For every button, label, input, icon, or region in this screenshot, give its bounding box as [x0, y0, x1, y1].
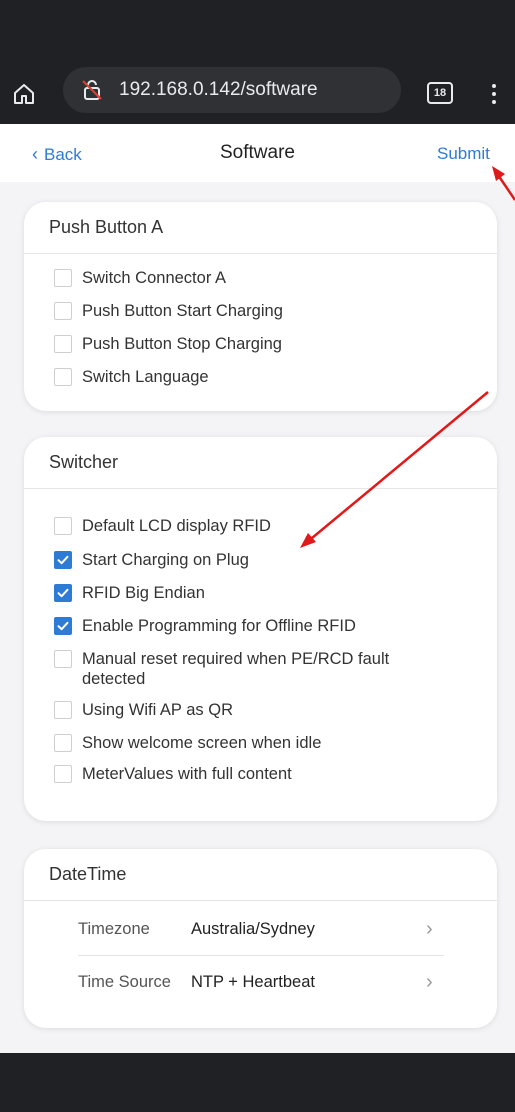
checkbox[interactable] [54, 701, 72, 719]
row-divider [78, 955, 444, 956]
checkbox[interactable] [54, 517, 72, 535]
checkbox-label: Start Charging on Plug [82, 551, 249, 569]
timezone-row[interactable]: Timezone Australia/Sydney › [24, 906, 497, 956]
checkbox-wifi-ap-qr[interactable]: Using Wifi AP as QR [54, 700, 233, 720]
address-bar[interactable]: 192.168.0.142/software [63, 67, 401, 113]
checkbox-push-button-start[interactable]: Push Button Start Charging [54, 301, 283, 321]
checkbox[interactable] [54, 650, 72, 668]
checkmark-icon [57, 555, 69, 565]
checkbox-metervalues-full[interactable]: MeterValues with full content [54, 764, 292, 784]
checkbox-label: Enable Programming for Offline RFID [82, 617, 356, 635]
checkbox-manual-reset-pe-rcd[interactable]: Manual reset required when PE/RCD fault … [54, 649, 434, 689]
checkbox-checked[interactable] [54, 584, 72, 602]
system-navigation-bar [0, 1053, 515, 1112]
checkbox[interactable] [54, 368, 72, 386]
not-secure-icon [79, 77, 105, 103]
switcher-header: Switcher [24, 437, 497, 489]
tab-switcher-button[interactable]: 18 [427, 82, 453, 104]
checkbox-push-button-stop[interactable]: Push Button Stop Charging [54, 334, 282, 354]
checkbox-checked[interactable] [54, 617, 72, 635]
url-text: 192.168.0.142/software [119, 79, 318, 100]
row-value: NTP + Heartbeat [191, 973, 315, 991]
checkmark-icon [57, 588, 69, 598]
tab-count: 18 [433, 87, 447, 99]
checkbox-switch-language[interactable]: Switch Language [54, 367, 209, 387]
checkbox[interactable] [54, 269, 72, 287]
checkbox-label: Show welcome screen when idle [82, 734, 322, 752]
datetime-header: DateTime [24, 849, 497, 901]
checkbox-welcome-screen-idle[interactable]: Show welcome screen when idle [54, 733, 321, 753]
checkbox-switch-connector-a[interactable]: Switch Connector A [54, 268, 226, 288]
checkbox-checked[interactable] [54, 551, 72, 569]
checkbox[interactable] [54, 302, 72, 320]
checkbox-label: Switch Language [82, 368, 209, 386]
time-source-row[interactable]: Time Source NTP + Heartbeat › [24, 959, 497, 1009]
checkbox-label: Using Wifi AP as QR [82, 701, 233, 719]
checkbox-label: RFID Big Endian [82, 584, 205, 602]
checkbox-label: Push Button Start Charging [82, 302, 283, 320]
checkbox[interactable] [54, 734, 72, 752]
home-icon[interactable] [10, 80, 38, 108]
checkbox-rfid-big-endian[interactable]: RFID Big Endian [54, 583, 205, 603]
row-value: Australia/Sydney [191, 920, 315, 938]
checkbox-offline-rfid-programming[interactable]: Enable Programming for Offline RFID [54, 616, 356, 636]
checkbox[interactable] [54, 335, 72, 353]
submit-button[interactable]: Submit [437, 144, 490, 164]
datetime-card: DateTime Timezone Australia/Sydney › Tim… [24, 849, 497, 1028]
checkbox-label: Switch Connector A [82, 269, 226, 287]
more-menu-icon[interactable] [486, 80, 502, 108]
system-status-bar [0, 0, 515, 58]
checkbox[interactable] [54, 765, 72, 783]
chevron-right-icon: › [426, 971, 433, 993]
row-key: Time Source [78, 973, 171, 991]
checkbox-label: Default LCD display RFID [82, 517, 271, 535]
checkbox-label: MeterValues with full content [82, 765, 292, 783]
checkbox-label: Push Button Stop Charging [82, 335, 282, 353]
checkbox-start-charging-on-plug[interactable]: Start Charging on Plug [54, 550, 249, 570]
row-key: Timezone [78, 920, 150, 938]
checkmark-icon [57, 621, 69, 631]
chevron-right-icon: › [426, 918, 433, 940]
home-icon-glyph [14, 84, 34, 104]
push-button-header: Push Button A [24, 202, 497, 254]
checkbox-default-lcd-rfid[interactable]: Default LCD display RFID [54, 516, 271, 536]
checkbox-label: Manual reset required when PE/RCD fault … [82, 650, 390, 688]
